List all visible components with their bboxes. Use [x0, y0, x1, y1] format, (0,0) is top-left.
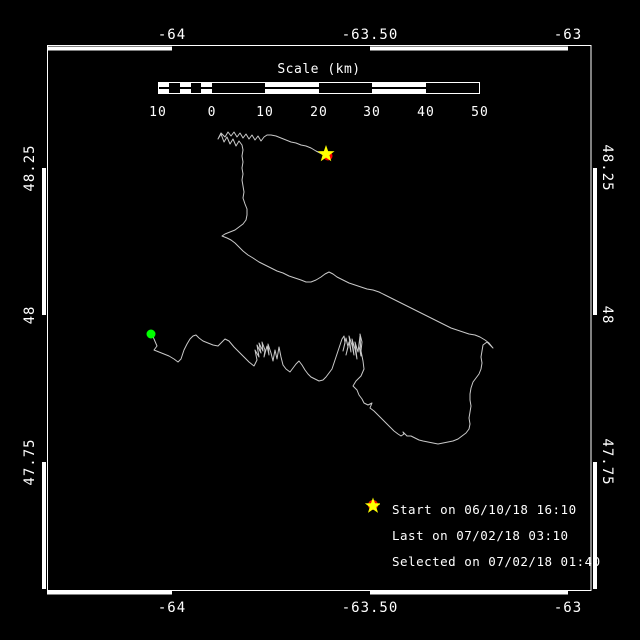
legend-last-label: Last on 07/02/18 03:10	[392, 527, 569, 543]
frame-zebra-left-0	[42, 168, 46, 315]
scale-bar-segment-1	[169, 82, 180, 94]
x-axis-label-bottom-1: -63.50	[341, 600, 399, 616]
scale-bar-label-6: 50	[471, 105, 489, 120]
frame-zebra-top-0	[47, 46, 172, 51]
frame-zebra-left-1	[42, 462, 46, 589]
scale-bar-segment-5	[212, 82, 265, 94]
scale-bar-label-2: 10	[256, 105, 274, 120]
legend-selected-label: Selected on 07/02/18 01:40	[392, 553, 601, 569]
frame-zebra-bottom-1	[370, 590, 568, 595]
x-axis-label-top-1: -63.50	[341, 27, 399, 43]
tracking-map: -64 -64 -63.50 -63.50 -63 -63 48.25 48.25 48 48 47…	[0, 0, 640, 640]
last-marker-icon	[358, 500, 380, 544]
y-axis-label-right-0: 48.25	[599, 144, 615, 192]
x-axis-label-bottom-0: -64	[157, 600, 187, 616]
y-axis-label-left-1: 48	[22, 305, 38, 325]
selected-marker-icon	[358, 497, 380, 570]
scale-bar-label-4: 30	[363, 105, 381, 120]
legend-item-selected: Selected on 07/02/18 01:40	[358, 497, 601, 574]
scale-bar-title: Scale (km)	[277, 62, 361, 77]
frame-zebra-right-0	[593, 168, 597, 315]
track-path	[151, 131, 494, 445]
x-axis-label-top-0: -64	[157, 27, 187, 43]
scale-bar-segment-7	[319, 82, 372, 94]
y-axis-label-right-2: 47.75	[599, 438, 615, 486]
x-axis-label-bottom-2: -63	[553, 600, 583, 616]
frame-zebra-top-1	[370, 46, 568, 51]
scale-bar-label-3: 20	[310, 105, 328, 120]
y-axis-label-right-1: 48	[599, 305, 615, 325]
scale-bar-label-1: 0	[207, 105, 217, 120]
scale-bar-label-5: 40	[417, 105, 435, 120]
frame-zebra-bottom-0	[47, 590, 172, 595]
x-axis-label-top-2: -63	[553, 27, 583, 43]
start-marker[interactable]	[146, 329, 156, 339]
legend-start-label: Start on 06/10/18 16:10	[392, 501, 577, 517]
y-axis-label-left-2: 47.75	[22, 438, 38, 486]
legend: Start on 06/10/18 16:10 Last on 07/02/18…	[358, 496, 601, 574]
scale-bar-label-0: 10	[149, 105, 167, 120]
y-axis-label-left-0: 48.25	[22, 144, 38, 192]
scale-bar-segment-3	[191, 82, 201, 94]
legend-item-start: Start on 06/10/18 16:10	[358, 496, 601, 522]
scale-bar-segment-9	[426, 82, 480, 94]
legend-item-last: Last on 07/02/18 03:10	[358, 500, 601, 548]
